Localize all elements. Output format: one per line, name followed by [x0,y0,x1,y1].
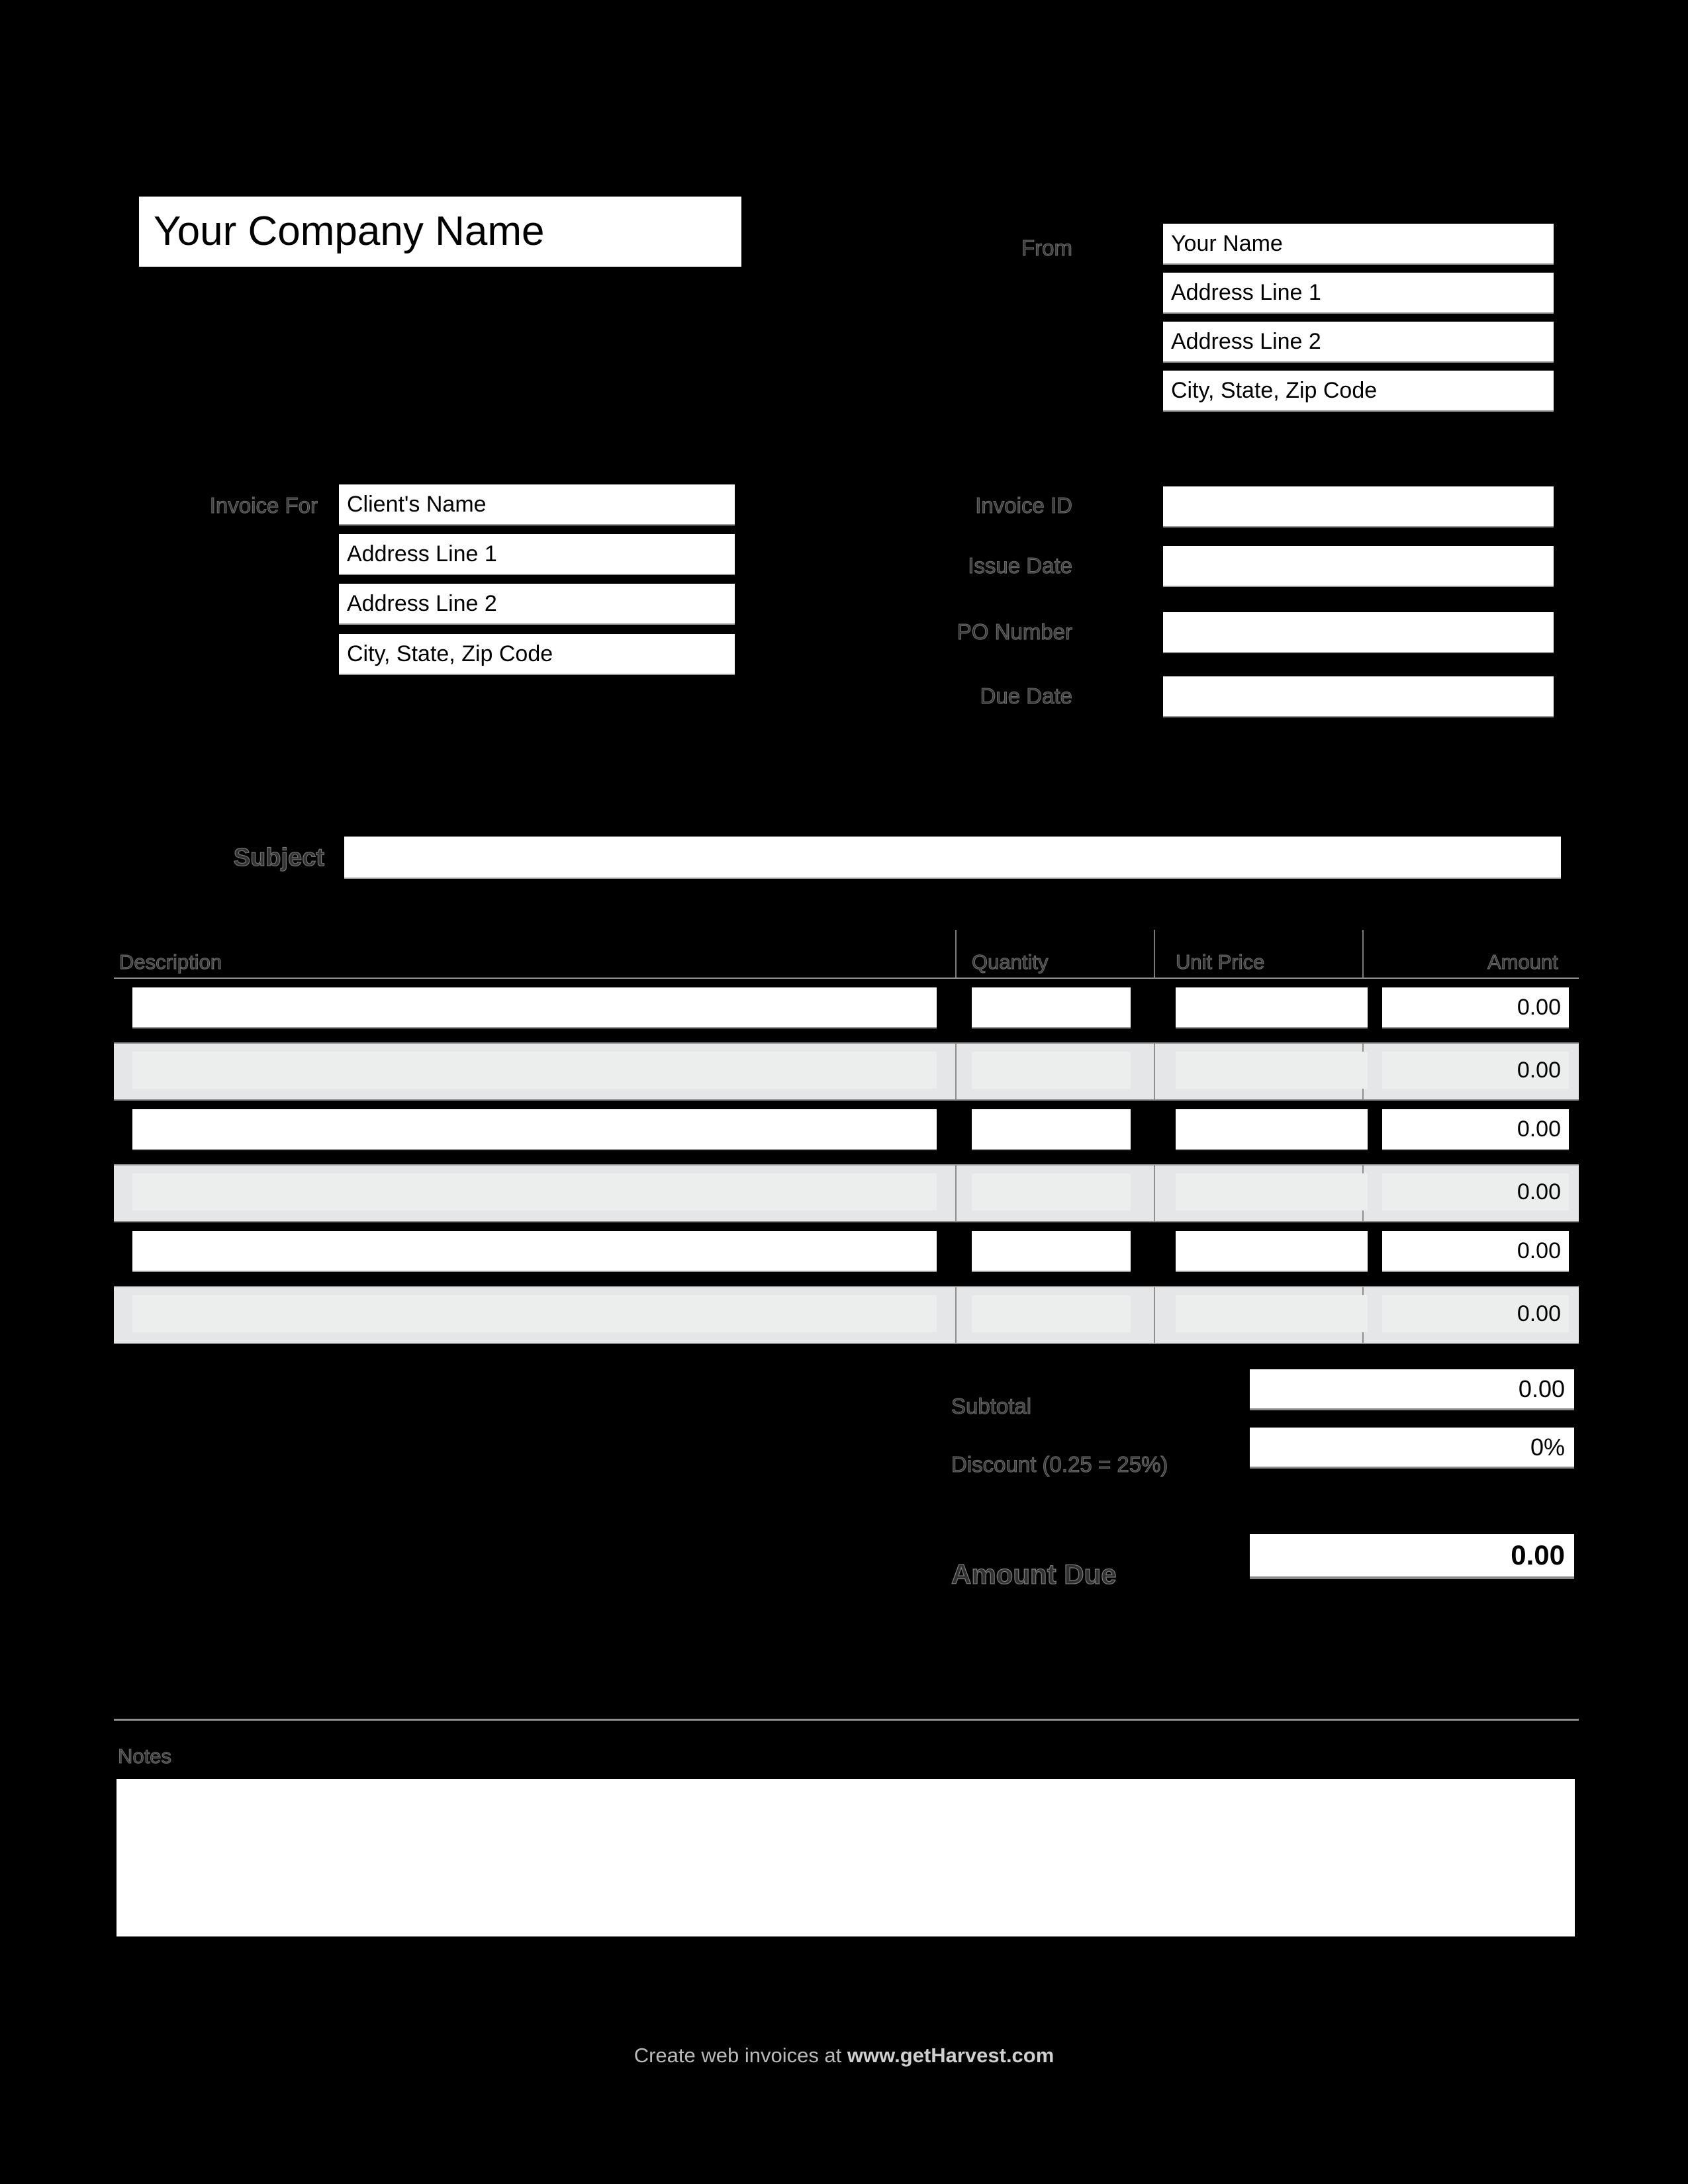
client-address-line-2-field[interactable]: Address Line 2 [339,584,735,625]
row-description-field[interactable] [132,1052,937,1089]
footer: Create web invoices at www.getHarvest.co… [0,2045,1688,2066]
row-amount-field: 0.00 [1382,1295,1569,1332]
row-description-field[interactable] [132,987,937,1028]
row-unit-price-field[interactable] [1176,1231,1368,1272]
row-quantity-field[interactable] [972,1231,1131,1272]
from-city-state-zip-field[interactable]: City, State, Zip Code [1163,371,1554,412]
due-date-field[interactable] [1163,676,1554,717]
column-header-amount: Amount [1487,950,1559,974]
subtotal-label: Subtotal [951,1394,1032,1418]
row-description-field[interactable] [132,1295,937,1332]
column-divider [1154,930,1155,978]
subject-label: Subject [233,844,324,872]
column-divider [955,983,957,1038]
row-unit-price-field[interactable] [1176,987,1368,1028]
column-divider [1154,1165,1155,1221]
table-row: 0.00 [114,1042,1579,1101]
from-address-line-1-field[interactable]: Address Line 1 [1163,273,1554,314]
row-unit-price-field[interactable] [1176,1173,1368,1210]
invoice-id-label: Invoice ID [975,493,1073,518]
column-header-description: Description [118,950,222,974]
invoice-id-field[interactable] [1163,486,1554,527]
company-name-field[interactable]: Your Company Name [139,197,741,267]
column-header-unit-price: Unit Price [1175,950,1265,974]
row-description-field[interactable] [132,1173,937,1210]
amount-due-label: Amount Due [951,1559,1117,1590]
discount-field[interactable]: 0% [1250,1428,1574,1469]
line-items-table: Description Quantity Unit Price Amount 0… [114,930,1579,1344]
column-divider [1154,1105,1155,1160]
from-label: From [1021,236,1073,260]
client-city-state-zip-field[interactable]: City, State, Zip Code [339,634,735,675]
invoice-for-label: Invoice For [209,493,318,518]
due-date-label: Due Date [980,684,1072,708]
column-divider [955,1226,957,1282]
from-name-field[interactable]: Your Name [1163,224,1554,265]
table-row: 0.00 [114,1105,1579,1160]
subject-field[interactable] [344,837,1561,879]
column-divider [955,1165,957,1221]
po-number-label: PO Number [957,619,1072,644]
row-quantity-field[interactable] [972,1295,1131,1332]
row-amount-field: 0.00 [1382,987,1569,1028]
column-divider [1362,930,1364,978]
column-divider [955,1044,957,1099]
amount-due-value: 0.00 [1250,1534,1574,1579]
notes-label: Notes [118,1745,172,1768]
footer-domain-link[interactable]: www.getHarvest.com [847,2044,1054,2067]
invoice-page: Your Company Name From Your Name Address… [0,0,1688,2184]
row-unit-price-field[interactable] [1176,1295,1368,1332]
table-row: 0.00 [114,1226,1579,1282]
table-header-row: Description Quantity Unit Price Amount [114,930,1579,979]
row-quantity-field[interactable] [972,1173,1131,1210]
column-divider [1154,983,1155,1038]
notes-divider [114,1719,1579,1721]
discount-label: Discount (0.25 = 25%) [951,1452,1168,1477]
issue-date-field[interactable] [1163,546,1554,587]
row-unit-price-field[interactable] [1176,1052,1368,1089]
notes-textarea[interactable] [117,1779,1575,1936]
table-row: 0.00 [114,1164,1579,1222]
row-amount-field: 0.00 [1382,1231,1569,1272]
column-divider [1154,1287,1155,1343]
row-quantity-field[interactable] [972,987,1131,1028]
client-address-line-1-field[interactable]: Address Line 1 [339,534,735,575]
from-address-line-2-field[interactable]: Address Line 2 [1163,322,1554,363]
row-description-field[interactable] [132,1231,937,1272]
column-divider [955,1105,957,1160]
row-amount-field: 0.00 [1382,1173,1569,1210]
table-row: 0.00 [114,1286,1579,1344]
column-divider [955,1287,957,1343]
footer-prefix: Create web invoices at [633,2044,847,2067]
row-unit-price-field[interactable] [1176,1109,1368,1150]
row-description-field[interactable] [132,1109,937,1150]
client-name-field[interactable]: Client's Name [339,484,735,525]
column-divider [1154,1044,1155,1099]
column-divider [955,930,957,978]
issue-date-label: Issue Date [968,553,1073,578]
column-header-quantity: Quantity [971,950,1049,974]
row-quantity-field[interactable] [972,1109,1131,1150]
po-number-field[interactable] [1163,612,1554,653]
row-quantity-field[interactable] [972,1052,1131,1089]
table-row: 0.00 [114,983,1579,1038]
subtotal-value: 0.00 [1250,1369,1574,1410]
row-amount-field: 0.00 [1382,1109,1569,1150]
column-divider [1154,1226,1155,1282]
row-amount-field: 0.00 [1382,1052,1569,1089]
